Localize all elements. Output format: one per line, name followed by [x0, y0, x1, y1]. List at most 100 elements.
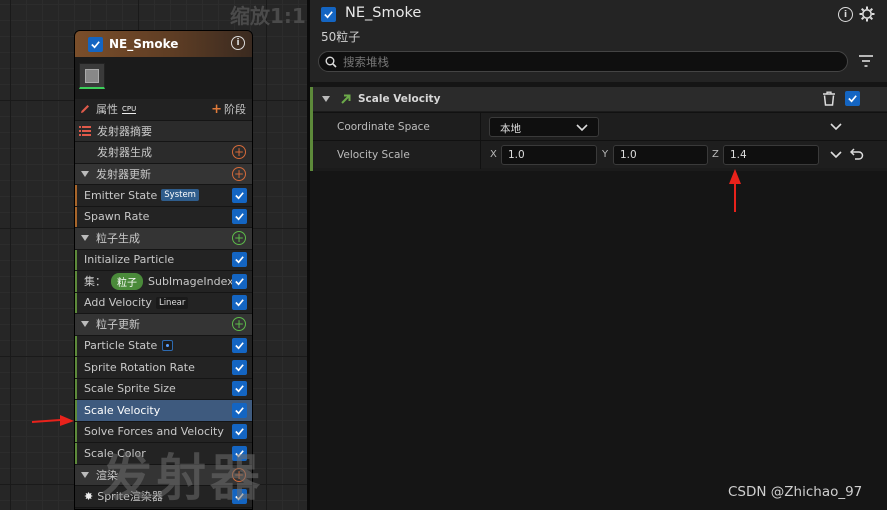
module-label: Emitter State	[84, 188, 158, 202]
particle-update-section[interactable]: 粒子更新 +	[75, 314, 252, 336]
module-enabled-checkbox[interactable]	[232, 273, 247, 289]
collapse-triangle-icon[interactable]	[81, 321, 89, 328]
emitter-update-section[interactable]: 发射器更新 +	[75, 163, 252, 185]
module-label: Scale Color	[84, 446, 146, 460]
section-header[interactable]: Scale Velocity	[313, 87, 887, 111]
render-section[interactable]: 渲染 +	[75, 464, 252, 486]
module-scale-velocity[interactable]: Scale Velocity	[75, 400, 252, 422]
module-enabled-checkbox[interactable]	[232, 424, 247, 440]
emitter-enabled-checkbox[interactable]	[321, 7, 336, 22]
reset-arrow-icon[interactable]	[850, 148, 864, 161]
module-enabled-checkbox[interactable]	[232, 359, 247, 375]
add-renderer-icon[interactable]: +	[232, 467, 246, 482]
trash-icon[interactable]	[822, 91, 836, 106]
coordinate-space-dropdown[interactable]: 本地	[489, 117, 599, 137]
module-add-velocity[interactable]: Add Velocity Linear	[75, 292, 252, 314]
chevron-down-icon	[576, 124, 588, 132]
dot-badge-icon	[162, 340, 174, 352]
stage-button-label: 阶段	[224, 103, 246, 117]
module-initialize-particle[interactable]: Initialize Particle	[75, 249, 252, 271]
velocity-scale-row: Velocity Scale X 1.0 Y 1.0 Z 1.4	[313, 140, 887, 169]
collapse-triangle-icon[interactable]	[322, 96, 330, 102]
gear-icon[interactable]	[859, 6, 875, 22]
add-module-icon[interactable]: +	[232, 145, 246, 160]
module-label: Scale Velocity	[84, 403, 161, 417]
add-module-icon[interactable]: +	[232, 231, 246, 246]
info-icon[interactable]: i	[838, 7, 853, 22]
emitter-summary-label: 发射器摘要	[97, 124, 152, 138]
zoom-label: 缩放1:1	[230, 4, 306, 28]
collapse-triangle-icon[interactable]	[81, 235, 89, 242]
chevron-down-icon[interactable]	[830, 123, 842, 131]
particle-spawn-label: 粒子生成	[96, 232, 140, 246]
renderer-enabled-checkbox[interactable]	[232, 488, 247, 504]
chevron-down-icon[interactable]	[830, 151, 842, 159]
particle-spawn-section[interactable]: 粒子生成 +	[75, 228, 252, 250]
module-enabled-checkbox[interactable]	[232, 381, 247, 397]
details-title: NE_Smoke	[345, 5, 422, 21]
parameter-name: SubImageIndex	[148, 274, 234, 288]
module-enabled-checkbox[interactable]	[232, 187, 247, 203]
emitter-update-label: 发射器更新	[96, 167, 151, 181]
section-title: Scale Velocity	[358, 93, 441, 105]
module-label: Sprite Rotation Rate	[84, 360, 195, 374]
node-title: NE_Smoke	[109, 37, 179, 51]
add-module-icon[interactable]: +	[232, 317, 246, 332]
search-input[interactable]: 搜索堆栈	[318, 51, 848, 72]
info-icon[interactable]: i	[231, 36, 245, 50]
thumbnail-row	[75, 57, 252, 99]
add-module-icon[interactable]: +	[232, 166, 246, 181]
add-stage-button[interactable]: + 阶段	[211, 101, 246, 117]
module-enabled-checkbox[interactable]	[232, 295, 247, 311]
graph-canvas[interactable]: 缩放1:1 NE_Smoke i 属性 CPU + 阶段 发射器摘要 发射器生成…	[0, 0, 307, 510]
module-label: Initialize Particle	[84, 253, 175, 267]
dropdown-value: 本地	[500, 123, 521, 135]
cpu-badge: CPU	[122, 104, 137, 114]
module-enabled-checkbox[interactable]	[232, 209, 247, 225]
emitter-spawn-label: 发射器生成	[97, 146, 152, 160]
module-particle-state[interactable]: Particle State	[75, 335, 252, 357]
collapse-triangle-icon[interactable]	[81, 170, 89, 177]
module-solve-forces-and-velocity[interactable]: Solve Forces and Velocity	[75, 421, 252, 443]
module-label: Add Velocity	[84, 296, 152, 310]
emitter-node[interactable]: NE_Smoke i 属性 CPU + 阶段 发射器摘要 发射器生成 + 发射器…	[74, 30, 253, 510]
y-value-field[interactable]: 1.0	[613, 145, 708, 165]
module-emitter-state[interactable]: Emitter State System	[75, 185, 252, 207]
node-header[interactable]: NE_Smoke i	[75, 31, 252, 57]
x-axis-label: X	[490, 149, 497, 160]
x-value-field[interactable]: 1.0	[501, 145, 597, 165]
list-icon	[79, 125, 91, 136]
module-sprite-rotation-rate[interactable]: Sprite Rotation Rate	[75, 357, 252, 379]
module-set-parameter[interactable]: 集： 粒子 SubImageIndex	[75, 271, 252, 293]
filter-icon[interactable]	[858, 54, 874, 68]
sprite-burst-icon: ✸	[84, 489, 94, 503]
module-arrow-icon	[341, 94, 351, 104]
module-label: Particle State	[84, 339, 158, 353]
module-scale-color[interactable]: Scale Color	[75, 443, 252, 465]
emitter-enabled-checkbox[interactable]	[88, 36, 103, 52]
z-axis-label: Z	[712, 149, 719, 160]
particle-count: 50粒子	[321, 30, 361, 44]
module-enabled-checkbox[interactable]	[232, 445, 247, 461]
coordinate-space-row: Coordinate Space 本地	[313, 112, 887, 141]
details-panel: NE_Smoke i 50粒子 搜索堆栈 Scale Velocity Coor…	[310, 0, 887, 510]
collapse-triangle-icon[interactable]	[81, 471, 89, 478]
module-scale-sprite-size[interactable]: Scale Sprite Size	[75, 378, 252, 400]
renderer-label: Sprite渲染器	[97, 490, 163, 504]
z-value-field[interactable]: 1.4	[723, 145, 819, 165]
sprite-renderer-row[interactable]: ✸ Sprite渲染器	[75, 486, 252, 508]
module-enabled-checkbox[interactable]	[232, 252, 247, 268]
module-spawn-rate[interactable]: Spawn Rate	[75, 206, 252, 228]
column-divider	[480, 113, 481, 141]
module-enabled-checkbox[interactable]	[232, 402, 247, 418]
emitter-summary-row[interactable]: 发射器摘要	[75, 120, 252, 142]
emitter-thumbnail[interactable]	[79, 63, 105, 89]
module-enabled-checkbox[interactable]	[232, 338, 247, 354]
properties-row[interactable]: 属性 CPU + 阶段	[75, 99, 252, 121]
module-label: Scale Sprite Size	[84, 382, 176, 396]
y-axis-label: Y	[602, 149, 609, 160]
emitter-spawn-section[interactable]: 发射器生成 +	[75, 142, 252, 164]
property-label: Coordinate Space	[337, 121, 430, 133]
red-arrow-icon	[729, 169, 741, 212]
module-enabled-checkbox[interactable]	[845, 91, 860, 106]
